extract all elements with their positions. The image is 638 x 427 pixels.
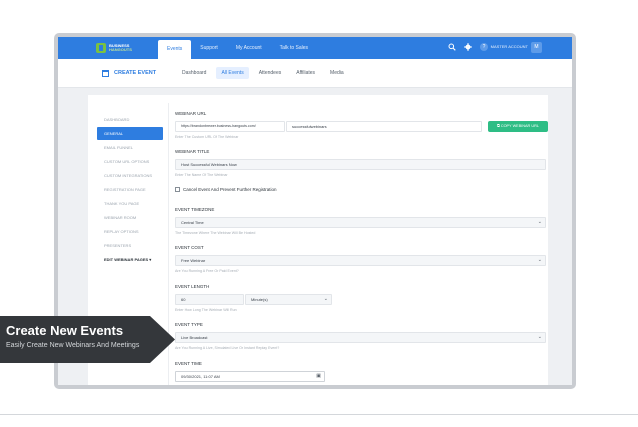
top-icons: ? [448, 43, 488, 51]
sidebar-item-webinar-room[interactable]: WEBINAR ROOM [97, 215, 163, 220]
create-event-button[interactable]: CREATE EVENT [102, 69, 177, 77]
brand-logo[interactable]: BUSINESS HANGOUTS [96, 43, 158, 53]
chevron-down-icon: ⌄ [537, 257, 542, 263]
banner-title: Create New Events [6, 323, 124, 338]
event-type-value: Live Broadcast [181, 335, 208, 340]
copy-webinar-url-button[interactable]: ⧉ COPY WEBINAR URL [488, 121, 548, 132]
webinar-url-hint: Enter The Custom URL Of The Webinar [175, 135, 239, 139]
sidebar-item-registration-page[interactable]: REGISTRATION PAGE [97, 187, 163, 192]
webinar-url-label: WEBINAR URL [175, 111, 207, 116]
nav-events[interactable]: Events [158, 40, 192, 59]
tab-affiliates[interactable]: Affiliates [291, 67, 320, 79]
event-timezone-label: EVENT TIMEZONE [175, 207, 215, 212]
chevron-down-icon: ⌄ [537, 219, 542, 225]
brand-logo-icon [96, 43, 106, 53]
tab-dashboard[interactable]: Dashboard [177, 67, 211, 79]
bottom-divider [0, 414, 638, 415]
event-type-select[interactable]: Live Broadcast ⌄ [175, 332, 546, 343]
top-navbar: BUSINESS HANGOUTS Events Support My Acco… [58, 37, 572, 59]
cancel-event-label: Cancel Event And Prevent Further Registr… [183, 187, 277, 192]
event-length-unit-select[interactable]: Minute(s) ⌄ [245, 294, 332, 305]
webinar-url-slug-input[interactable]: successfulwebinars [286, 121, 482, 132]
sidebar-item-dashboard[interactable]: DASHBOARD [97, 117, 163, 122]
tab-all-events[interactable]: All Events [216, 67, 249, 79]
sidebar-item-custom-url[interactable]: CUSTOM URL OPTIONS [97, 159, 163, 164]
event-type-hint: Are You Running A Live, Simulated Live O… [175, 346, 280, 350]
copy-webinar-url-label: COPY WEBINAR URL [500, 124, 539, 128]
nav-support[interactable]: Support [191, 37, 227, 59]
event-timezone-hint: The Timezone Where The Webinar Will Be H… [175, 231, 256, 235]
event-cost-hint: Are You Running A Free Or Paid Event? [175, 269, 239, 273]
cancel-event-checkbox[interactable] [175, 187, 180, 192]
webinar-title-hint: Enter The Name Of The Webinar [175, 173, 228, 177]
tab-attendees[interactable]: Attendees [254, 67, 287, 79]
main-nav: Events Support My Account Talk to Sales [158, 37, 317, 59]
promo-banner: Create New Events Easily Create New Webi… [0, 316, 175, 363]
event-time-value: 09/30/2021, 11:07 AM [181, 374, 220, 379]
chevron-down-icon: ⌄ [537, 334, 542, 340]
sub-tabs: Dashboard All Events Attendees Affiliate… [177, 67, 354, 79]
webinar-url-prefix: https://brandonbrewer.business-hangouts.… [175, 121, 285, 132]
calendar-icon [102, 69, 109, 77]
sidebar-item-edit-webinar-pages[interactable]: EDIT WEBINAR PAGES ▾ [97, 257, 163, 262]
sidebar-item-presenters[interactable]: PRESENTERS [97, 243, 163, 248]
tab-media[interactable]: Media [325, 67, 349, 79]
event-cost-value: Free Webinar [181, 258, 206, 263]
sidebar-item-replay-options[interactable]: REPLAY OPTIONS [97, 229, 163, 234]
event-cost-label: EVENT COST [175, 245, 204, 250]
event-length-hint: Enter How Long The Webinar Will Run [175, 308, 237, 312]
event-cost-select[interactable]: Free Webinar ⌄ [175, 255, 546, 266]
banner-subtitle: Easily Create New Webinars And Meetings [6, 342, 140, 349]
nav-my-account[interactable]: My Account [227, 37, 271, 59]
sidebar-item-email-funnel[interactable]: EMAIL FUNNEL [97, 145, 163, 150]
event-timezone-value: Central Time [181, 220, 204, 225]
event-type-label: EVENT TYPE [175, 322, 203, 327]
event-time-label: EVENT TIME [175, 361, 202, 366]
event-timezone-select[interactable]: Central Time ⌄ [175, 217, 546, 228]
sidebar-item-general[interactable]: GENERAL [97, 127, 163, 140]
event-time-input[interactable]: 09/30/2021, 11:07 AM ▣ [175, 371, 325, 382]
gear-icon[interactable] [464, 43, 472, 51]
chevron-down-icon: ⌄ [323, 296, 328, 302]
event-length-input[interactable]: 60 [175, 294, 244, 305]
webinar-title-input[interactable]: Host Successful Webinars Now [175, 159, 546, 170]
sidebar-item-thank-you-page[interactable]: THANK YOU PAGE [97, 201, 163, 206]
create-event-label: CREATE EVENT [114, 70, 157, 76]
webinar-title-label: WEBINAR TITLE [175, 149, 210, 154]
event-length-unit-value: Minute(s) [251, 297, 268, 302]
help-icon[interactable]: ? [480, 43, 488, 51]
calendar-picker-icon[interactable]: ▣ [316, 372, 321, 381]
account-label[interactable]: MASTER ACCOUNT [491, 44, 528, 49]
avatar[interactable]: M [531, 42, 542, 53]
event-length-label: EVENT LENGTH [175, 284, 210, 289]
nav-talk-to-sales[interactable]: Talk to Sales [271, 37, 317, 59]
brand-name-line2: HANGOUTS [109, 47, 132, 52]
sub-toolbar: CREATE EVENT Dashboard All Events Attend… [58, 59, 572, 88]
sidebar-item-custom-integrations[interactable]: CUSTOM INTEGRATIONS [97, 173, 163, 178]
search-icon[interactable] [448, 43, 456, 51]
